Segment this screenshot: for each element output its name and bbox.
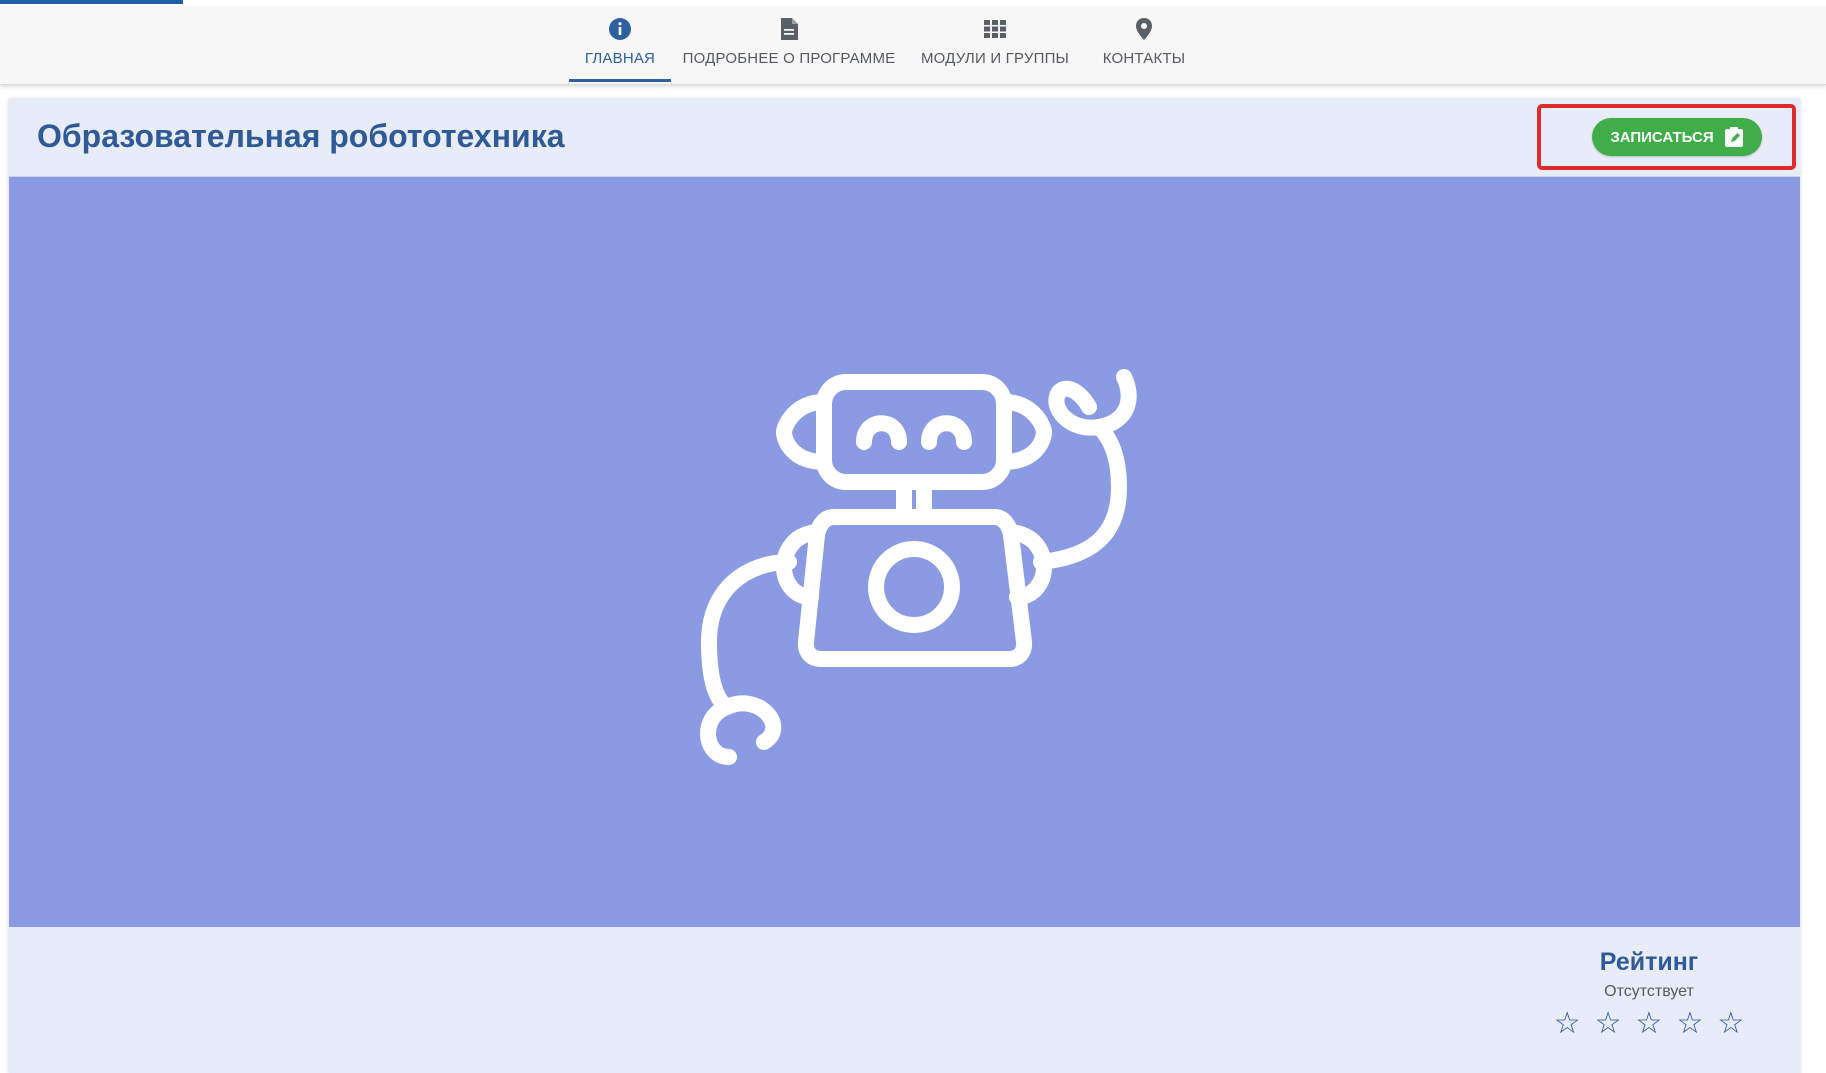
star-icon[interactable]: ☆ (1717, 1009, 1744, 1039)
star-icon[interactable]: ☆ (1676, 1009, 1703, 1039)
tab-modules-groups[interactable]: МОДУЛИ И ГРУППЫ (915, 6, 1075, 84)
rating-stars: ☆ ☆ ☆ ☆ ☆ (1549, 1009, 1749, 1039)
tab-label: ГЛАВНАЯ (584, 50, 656, 67)
location-pin-icon (1131, 16, 1157, 42)
top-accent-strip (0, 0, 183, 4)
signup-button-label: ЗАПИСАТЬСЯ (1610, 128, 1714, 146)
tab-main[interactable]: ГЛАВНАЯ (569, 6, 671, 84)
program-card: Образовательная робототехника ЗАПИСАТЬСЯ (9, 98, 1800, 1073)
page-title: Образовательная робототехника (37, 118, 565, 154)
tab-label: МОДУЛИ И ГРУППЫ (920, 50, 1070, 67)
grid-icon (982, 16, 1008, 42)
document-icon (776, 16, 802, 42)
rating-block: Рейтинг Отсутствует ☆ ☆ ☆ ☆ ☆ (1549, 948, 1749, 1039)
signup-button[interactable]: ЗАПИСАТЬСЯ (1592, 118, 1762, 156)
edit-note-icon (1724, 126, 1744, 148)
tab-contacts[interactable]: КОНТАКТЫ (1092, 6, 1196, 84)
top-navigation: ГЛАВНАЯ ПОДРОБНЕЕ О ПРОГРАММЕ МОДУЛИ И Г… (0, 6, 1826, 85)
star-icon[interactable]: ☆ (1595, 1009, 1622, 1039)
robot-illustration (700, 369, 1137, 765)
star-icon[interactable]: ☆ (1554, 1009, 1581, 1039)
rating-status: Отсутствует (1604, 983, 1694, 1000)
hero-banner (9, 177, 1800, 927)
info-icon (607, 16, 633, 42)
tab-about-program[interactable]: ПОДРОБНЕЕ О ПРОГРАММЕ (683, 6, 895, 84)
star-icon[interactable]: ☆ (1636, 1009, 1663, 1039)
tab-label: ПОДРОБНЕЕ О ПРОГРАММЕ (682, 50, 896, 67)
tab-label: КОНТАКТЫ (1102, 50, 1186, 67)
card-header: Образовательная робототехника ЗАПИСАТЬСЯ (9, 98, 1800, 177)
rating-title: Рейтинг (1599, 948, 1699, 976)
